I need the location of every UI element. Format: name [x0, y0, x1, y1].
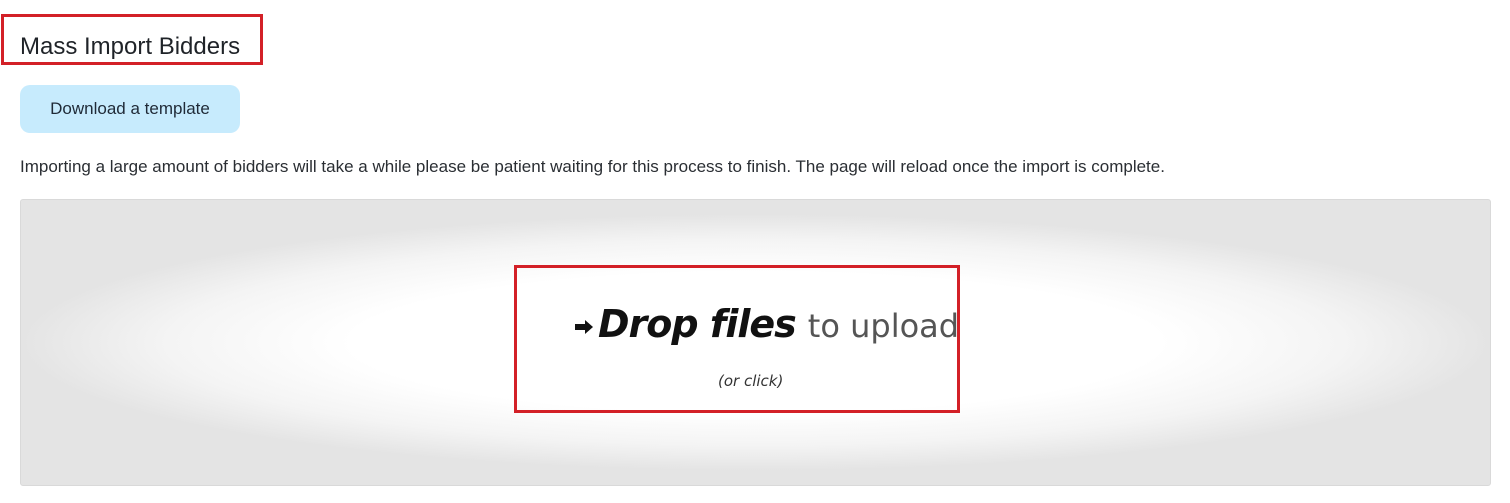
- dropzone-message[interactable]: Drop files to upload (or click): [574, 302, 959, 398]
- import-info-text: Importing a large amount of bidders will…: [20, 157, 1165, 176]
- dropzone-secondary-text: to upload: [807, 307, 960, 345]
- download-template-button[interactable]: Download a template: [20, 85, 240, 133]
- page-title: Mass Import Bidders: [20, 33, 241, 60]
- arrow-right-icon: [574, 317, 594, 337]
- mass-import-page: Mass Import Bidders Download a template …: [0, 0, 1510, 503]
- dropzone-primary-text: Drop files: [598, 302, 797, 346]
- dropzone-headline: Drop files to upload: [574, 302, 959, 346]
- dropzone-hint-text: (or click): [718, 372, 784, 390]
